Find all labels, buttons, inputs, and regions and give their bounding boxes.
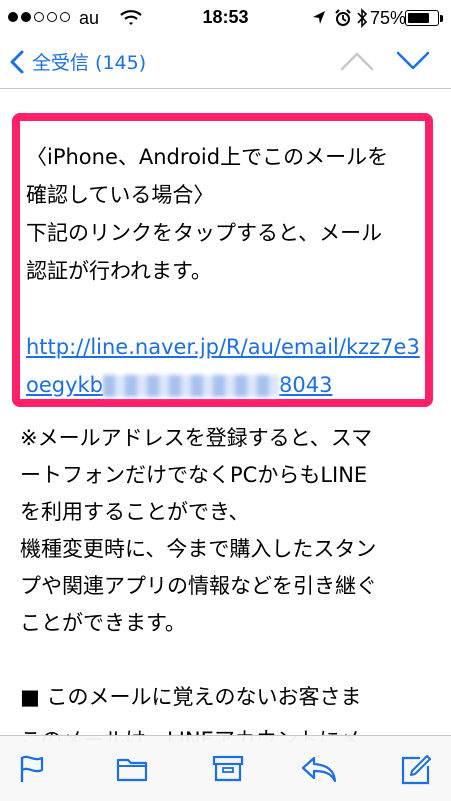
folder-icon[interactable] <box>116 754 148 782</box>
alarm-icon <box>335 9 351 26</box>
body-line: ※メールアドレスを登録すると、スマ <box>20 426 373 450</box>
verification-link-line2-end[interactable]: 8043 <box>279 373 332 397</box>
archive-icon[interactable] <box>212 754 244 782</box>
battery-tip <box>440 15 443 22</box>
battery-level <box>408 13 429 23</box>
back-button-label: 全受信 (145) <box>32 52 147 74</box>
bottom-toolbar <box>0 735 451 801</box>
compose-icon[interactable] <box>400 754 432 786</box>
body-line: を利用することができ、 <box>20 500 250 524</box>
notice-line: 認証が行われます。 <box>26 259 212 283</box>
bluetooth-icon <box>357 8 368 28</box>
body-line: プや関連アプリの情報などを引き継ぐ <box>20 574 377 598</box>
notice-line: 〈iPhone、Android上でこのメールを <box>26 145 389 169</box>
chevron-down-icon[interactable] <box>396 50 430 72</box>
battery-icon <box>405 10 439 26</box>
chevron-up-icon[interactable] <box>340 50 374 72</box>
body-line: ことができます。 <box>20 611 186 635</box>
status-bar: au 18:53 75% <box>0 0 451 38</box>
back-button[interactable]: 全受信 (145) <box>10 48 146 75</box>
body-line: 機種変更時に、今まで購入したスタン <box>20 537 377 561</box>
verification-link-line1[interactable]: http://line.naver.jp/R/au/email/kzz7e3 <box>26 335 420 359</box>
message-body: ※メールアドレスを登録すると、スマ ートフォンだけでなくPCからもLINE を利… <box>20 420 440 716</box>
chevron-left-icon <box>10 50 24 73</box>
flag-icon[interactable] <box>18 754 46 784</box>
redacted-segment <box>103 375 280 397</box>
notice-line: 確認している場合〉 <box>26 183 215 207</box>
reply-icon[interactable] <box>300 754 338 784</box>
body-line <box>20 642 440 679</box>
body-line: ートフォンだけでなくPCからもLINE <box>20 463 368 487</box>
verification-link-line2-start[interactable]: oegykb <box>26 373 103 397</box>
location-icon <box>313 11 325 24</box>
body-line: ■ このメールに覚えのないお客さま <box>20 685 362 709</box>
highlighted-notice: 〈iPhone、Android上でこのメールを 確認している場合〉 下記のリンク… <box>26 138 426 404</box>
nav-bar: 全受信 (145) <box>0 38 451 89</box>
notice-line: 下記のリンクをタップすると、メール <box>26 221 383 245</box>
verification-link[interactable]: http://line.naver.jp/R/au/email/kzz7e3 o… <box>26 328 426 404</box>
battery-percentage: 75% <box>370 8 407 28</box>
